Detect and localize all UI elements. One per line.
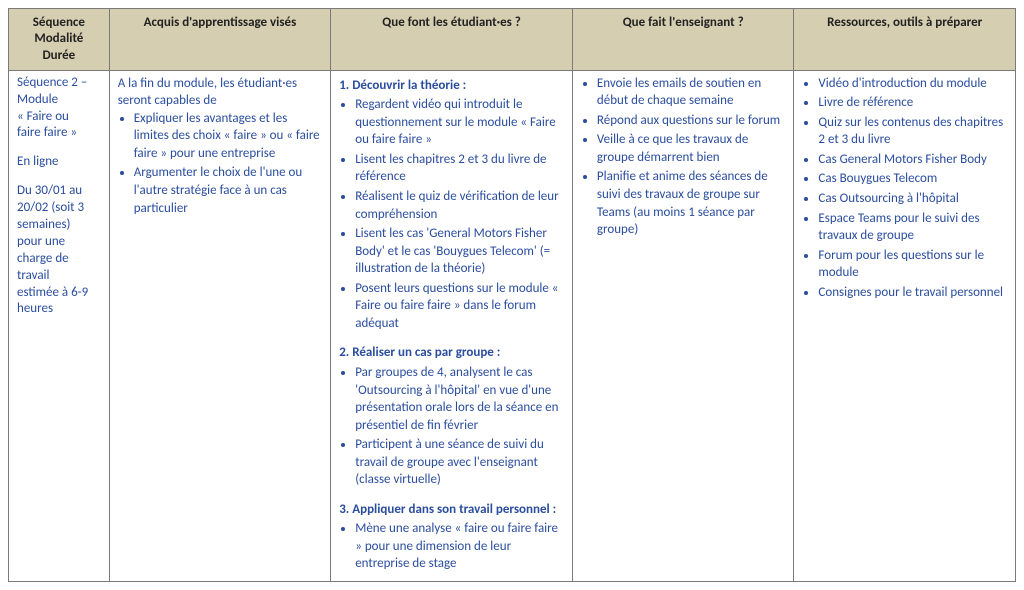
header-outcomes: Acquis d'apprentissage visés — [109, 9, 331, 71]
list-item: Posent leurs questions sur le module « F… — [355, 280, 564, 335]
header-students: Que font les étudiant·es ? — [331, 9, 573, 71]
list-item: Vidéo d'introduction du module — [818, 75, 1007, 95]
list-item: Par groupes de 4, analysent le cas 'Outs… — [355, 364, 564, 436]
list-item: Quiz sur les contenus des chapitres 2 et… — [818, 114, 1007, 151]
students-section-1-title: 1. Découvrir la théorie : — [339, 77, 564, 95]
cell-resources: Vidéo d'introduction du module Livre de … — [794, 70, 1016, 581]
header-resources: Ressources, outils à préparer — [794, 9, 1016, 71]
header-sequence: Séquence Modalité Durée — [9, 9, 110, 71]
cell-students: 1. Découvrir la théorie : Regardent vidé… — [331, 70, 573, 581]
list-item: Lisent les cas 'General Motors Fisher Bo… — [355, 225, 564, 280]
list-item: Espace Teams pour le suivi des travaux d… — [818, 210, 1007, 247]
header-teacher: Que fait l'enseignant ? — [572, 9, 794, 71]
list-item: Envoie les emails de soutien en début de… — [597, 75, 786, 112]
list-item: Forum pour les questions sur le module — [818, 247, 1007, 284]
list-item: Cas Bouygues Telecom — [818, 170, 1007, 190]
cell-teacher: Envoie les emails de soutien en début de… — [572, 70, 794, 581]
list-item: Cas General Motors Fisher Body — [818, 151, 1007, 171]
list-item: Veille à ce que les travaux de groupe dé… — [597, 131, 786, 168]
table-row: Séquence 2 – Module « Faire ou faire fai… — [9, 70, 1016, 581]
list-item: Planifie et anime des séances de suivi d… — [597, 168, 786, 240]
students-section-2-title: 2. Réaliser un cas par groupe : — [339, 344, 564, 362]
list-item: Cas Outsourcing à l'hôpital — [818, 190, 1007, 210]
list-item: Répond aux questions sur le forum — [597, 112, 786, 132]
list-item: Livre de référence — [818, 94, 1007, 114]
list-item: Participent à une séance de suivi du tra… — [355, 436, 564, 491]
students-section-3-title: 3. Appliquer dans son travail personnel … — [339, 501, 564, 519]
list-item: Expliquer les avantages et les limites d… — [134, 110, 323, 165]
list-item: Consignes pour le travail personnel — [818, 284, 1007, 304]
outcomes-lead: A la fin du module, les étudiant·es sero… — [118, 75, 323, 110]
planning-table: Séquence Modalité Durée Acquis d'apprent… — [8, 8, 1016, 582]
cell-sequence: Séquence 2 – Module « Faire ou faire fai… — [9, 70, 110, 581]
list-item: Mène une analyse « faire ou faire faire … — [355, 520, 564, 575]
cell-outcomes: A la fin du module, les étudiant·es sero… — [109, 70, 331, 581]
list-item: Réalisent le quiz de vérification de leu… — [355, 188, 564, 225]
list-item: Regardent vidéo qui introduit le questio… — [355, 96, 564, 151]
header-row: Séquence Modalité Durée Acquis d'apprent… — [9, 9, 1016, 71]
list-item: Argumenter le choix de l'une ou l'autre … — [134, 164, 323, 219]
list-item: Lisent les chapitres 2 et 3 du livre de … — [355, 151, 564, 188]
